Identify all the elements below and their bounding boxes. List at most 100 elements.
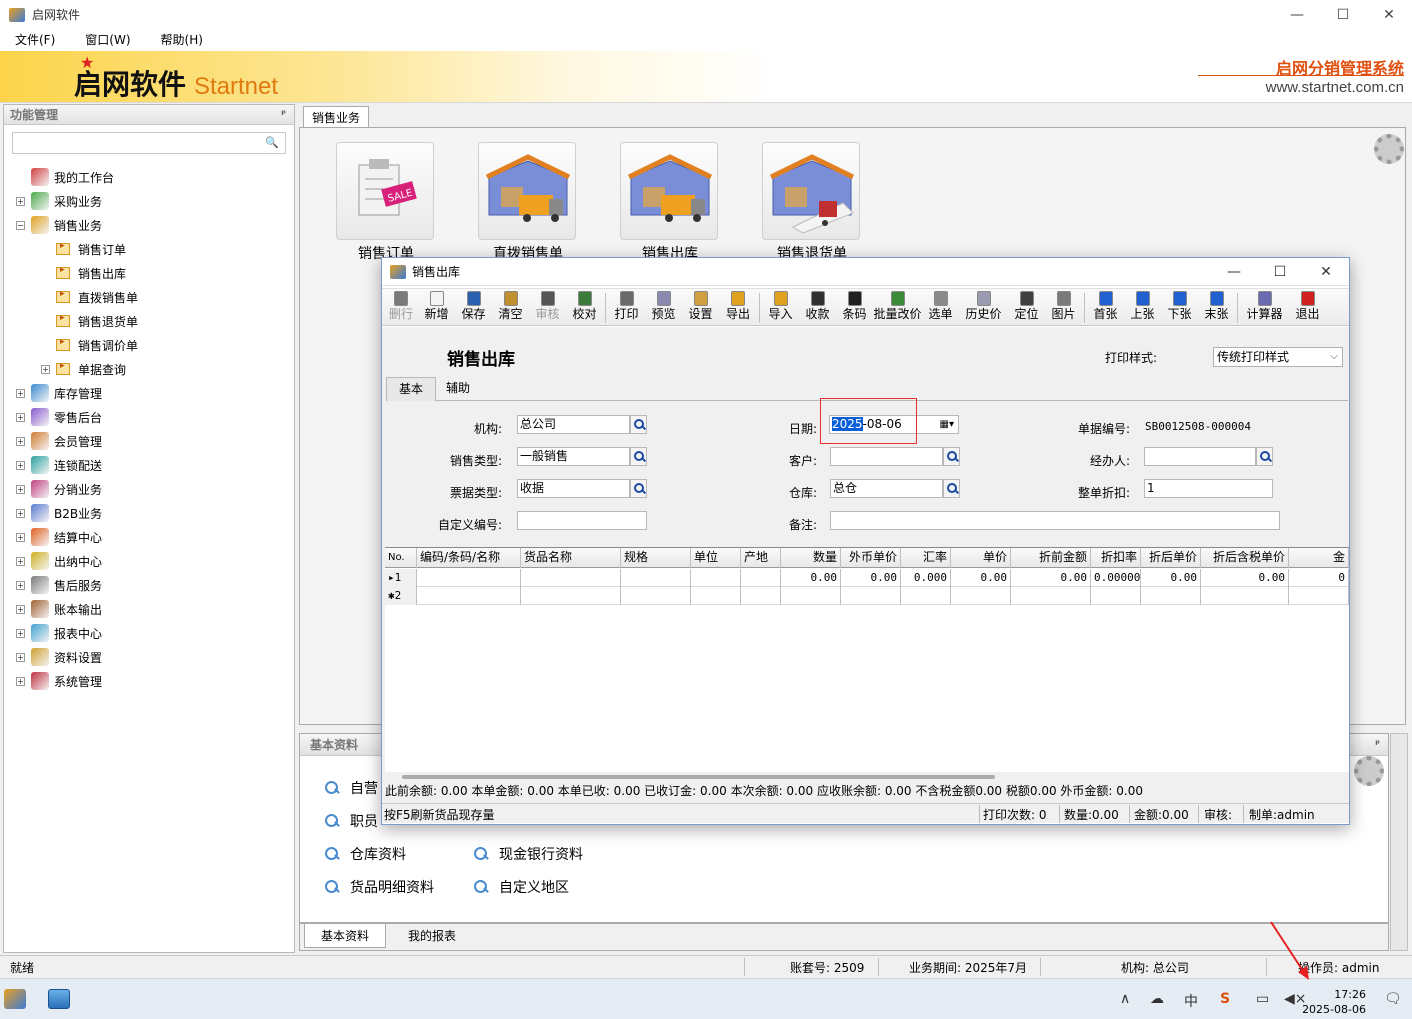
toolbar-button-18[interactable]: 首张 [1087, 290, 1124, 326]
table-cell[interactable] [1011, 587, 1091, 605]
link-self-operated[interactable]: 自营 [324, 778, 378, 798]
grid-horizontal-scrollbar[interactable] [402, 775, 995, 779]
link-goods-detail-info[interactable]: 货品明细资料 [324, 877, 434, 897]
toolbar-button-10[interactable]: 导入 [762, 290, 799, 326]
toolbar-button-17[interactable]: 图片 [1045, 290, 1082, 326]
tab-auxiliary[interactable]: 辅助 [434, 377, 482, 401]
menu-window[interactable]: 窗口(W) [70, 29, 145, 51]
grid-column-header[interactable]: 折后含税单价 [1201, 548, 1289, 568]
tree-item-2[interactable]: − 销售业务 [16, 213, 138, 237]
table-cell[interactable]: ▸1 [385, 569, 417, 587]
warehouse-lookup-button[interactable] [943, 479, 960, 498]
module-sales-return[interactable]: 销售退货单 [762, 142, 862, 263]
close-button[interactable]: ✕ [1366, 0, 1412, 29]
collapse-icon[interactable]: − [16, 220, 25, 230]
toolbar-button-14[interactable]: 选单 [922, 290, 959, 326]
grid-column-header[interactable]: 汇率 [901, 548, 951, 568]
grid-column-header[interactable]: 产地 [741, 548, 781, 568]
function-search-input[interactable]: 🔍 [12, 132, 286, 154]
tab-sales[interactable]: 销售业务 [303, 106, 370, 129]
tree-item-8[interactable]: + B2B业务 [16, 501, 138, 525]
grid-column-header[interactable]: 数量 [781, 548, 841, 568]
grid-column-header[interactable]: 金 [1289, 548, 1349, 568]
expand-icon[interactable]: + [16, 580, 25, 590]
toolbar-button-16[interactable]: 定位 [1008, 290, 1045, 326]
org-input[interactable]: 总公司 [517, 415, 630, 434]
table-cell[interactable]: 0.00000 [1091, 569, 1141, 587]
table-cell[interactable] [417, 587, 521, 605]
toolbar-button-13[interactable]: 批量改价 [873, 290, 922, 326]
toolbar-button-5[interactable]: 校对 [566, 290, 603, 326]
table-cell[interactable] [621, 569, 691, 587]
sale-type-input[interactable]: 一般销售 [517, 447, 630, 466]
grid-column-header[interactable]: 单位 [691, 548, 741, 568]
toolbar-button-7[interactable]: 预览 [645, 290, 682, 326]
module-sales-order[interactable]: SALE 销售订单 [336, 142, 436, 263]
toolbar-button-6[interactable]: 打印 [608, 290, 645, 326]
table-cell[interactable]: 0.00 [1201, 569, 1289, 587]
table-cell[interactable]: 0.000 [901, 569, 951, 587]
expand-icon[interactable]: + [16, 676, 25, 686]
table-cell[interactable]: 0 [1289, 569, 1349, 587]
system-clock[interactable]: 17:26 2025-08-06 [1302, 987, 1366, 1017]
tab-my-reports[interactable]: 我的报表 [392, 924, 472, 948]
expand-icon[interactable]: + [16, 604, 25, 614]
calendar-dropdown-icon[interactable]: ▦▾ [940, 416, 954, 433]
pin-icon[interactable]: ᵖ [281, 105, 286, 125]
expand-icon[interactable]: + [16, 628, 25, 638]
table-cell[interactable] [1141, 587, 1201, 605]
ticket-type-input[interactable]: 收据 [517, 479, 630, 498]
toolbar-button-8[interactable]: 设置 [682, 290, 719, 326]
table-cell[interactable]: 0.00 [1141, 569, 1201, 587]
expand-icon[interactable]: + [41, 364, 50, 374]
tree-subitem-4[interactable]: 销售调价单 [16, 333, 138, 357]
monitor-app-icon[interactable] [48, 989, 70, 1009]
tree-subitem-2[interactable]: 直拨销售单 [16, 285, 138, 309]
toolbar-button-9[interactable]: 导出 [719, 290, 757, 326]
handler-lookup-button[interactable] [1256, 447, 1273, 466]
sogou-icon[interactable]: S [1220, 991, 1230, 1007]
toolbar-button-2[interactable]: 保存 [455, 290, 492, 326]
tree-subitem-5[interactable]: + 单据查询 [16, 357, 138, 381]
tab-basic[interactable]: 基本 [386, 377, 437, 401]
module-sales-outbound[interactable]: 销售出库 [620, 142, 720, 263]
monitor-tray-icon[interactable]: ▭ [1256, 991, 1269, 1007]
link-cash-bank-info[interactable]: 现金银行资料 [473, 844, 583, 864]
table-cell[interactable]: ✱2 [385, 587, 417, 605]
ticket-type-lookup-button[interactable] [630, 479, 647, 498]
expand-icon[interactable]: + [16, 508, 25, 518]
grid-column-header[interactable]: 单价 [951, 548, 1011, 568]
goods-grid[interactable]: No. 编码/条码/名称 货品名称 规格 单位 产地 数量 外币单价 汇率 单价 折前金额 折扣率 折后… [385, 547, 1349, 772]
side-scrollbar[interactable] [1390, 733, 1408, 951]
org-lookup-button[interactable] [630, 415, 647, 434]
table-cell[interactable] [691, 587, 741, 605]
expand-icon[interactable]: + [16, 460, 25, 470]
tab-basic-info[interactable]: 基本资料 [304, 924, 387, 948]
toolbar-button-23[interactable]: 退出 [1289, 290, 1326, 326]
chevron-up-icon[interactable]: ∧ [1120, 991, 1130, 1007]
dialog-maximize-button[interactable]: ☐ [1257, 258, 1303, 286]
expand-icon[interactable]: + [16, 556, 25, 566]
expand-icon[interactable]: + [16, 196, 25, 206]
table-cell[interactable] [901, 587, 951, 605]
tree-item-13[interactable]: + 报表中心 [16, 621, 138, 645]
tree-subitem-3[interactable]: 销售退货单 [16, 309, 138, 333]
tree-item-3[interactable]: + 库存管理 [16, 381, 138, 405]
startnet-app-icon[interactable] [4, 989, 26, 1009]
customer-lookup-button[interactable] [943, 447, 960, 466]
table-row[interactable]: ✱2 [385, 587, 1349, 605]
table-cell[interactable]: 0.00 [841, 569, 901, 587]
module-direct-sale[interactable]: 直拨销售单 [478, 142, 578, 263]
tree-item-11[interactable]: + 售后服务 [16, 573, 138, 597]
expand-icon[interactable]: + [16, 412, 25, 422]
tree-item-10[interactable]: + 出纳中心 [16, 549, 138, 573]
table-cell[interactable]: 0.00 [781, 569, 841, 587]
expand-icon[interactable]: + [16, 436, 25, 446]
table-cell[interactable]: 0.00 [951, 569, 1011, 587]
link-staff[interactable]: 职员 [324, 811, 378, 831]
toolbar-button-0[interactable]: 删行 [384, 290, 418, 326]
toolbar-button-15[interactable]: 历史价 [959, 290, 1008, 326]
gear-icon[interactable] [1354, 756, 1384, 786]
cloud-icon[interactable]: ☁ [1150, 991, 1164, 1007]
dialog-close-button[interactable]: ✕ [1303, 258, 1349, 286]
